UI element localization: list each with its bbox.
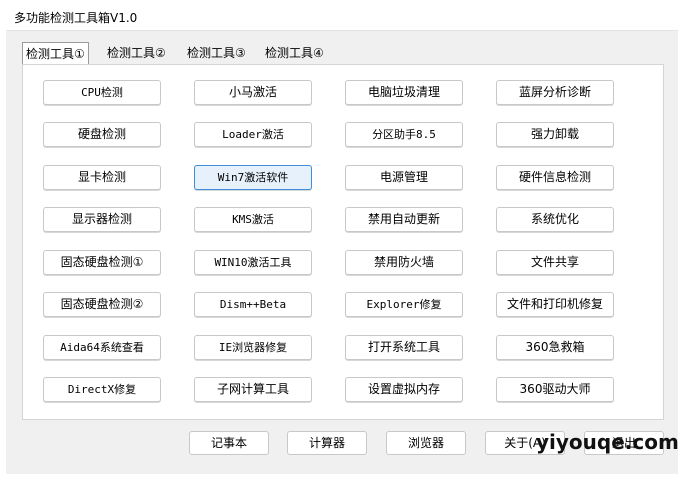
browser-button[interactable]: 浏览器 [386,431,466,455]
title-bar: 多功能检测工具箱V1.0 [6,2,678,31]
360-driver-button[interactable]: 360驱动大师 [496,377,614,402]
tab-tools-2[interactable]: 检测工具② [104,43,169,63]
xiaoma-activate-button[interactable]: 小马激活 [194,80,312,105]
win7-activate-button[interactable]: Win7激活软件 [194,165,312,190]
360-rescue-button[interactable]: 360急救箱 [496,335,614,360]
system-optimize-button[interactable]: 系统优化 [496,207,614,232]
cpu-check-button[interactable]: CPU检测 [43,80,161,105]
tools-panel: CPU检测 小马激活 电脑垃圾清理 蓝屏分析诊断 硬盘检测 Loader激活 分… [22,64,664,420]
disable-auto-update-button[interactable]: 禁用自动更新 [345,207,463,232]
power-management-button[interactable]: 电源管理 [345,165,463,190]
disk-check-button[interactable]: 硬盘检测 [43,122,161,147]
dism-beta-button[interactable]: Dism++Beta [194,292,312,317]
directx-repair-button[interactable]: DirectX修复 [43,377,161,402]
junk-clean-button[interactable]: 电脑垃圾清理 [345,80,463,105]
calculator-button[interactable]: 计算器 [287,431,367,455]
ssd-check-2-button[interactable]: 固态硬盘检测② [43,292,161,317]
force-uninstall-button[interactable]: 强力卸载 [496,122,614,147]
tab-tools-1[interactable]: 检测工具① [22,42,89,65]
kms-activate-button[interactable]: KMS激活 [194,207,312,232]
gpu-check-button[interactable]: 显卡检测 [43,165,161,190]
file-printer-repair-button[interactable]: 文件和打印机修复 [496,292,614,317]
loader-activate-button[interactable]: Loader激活 [194,122,312,147]
monitor-check-button[interactable]: 显示器检测 [43,207,161,232]
notepad-button[interactable]: 记事本 [189,431,269,455]
window-title: 多功能检测工具箱V1.0 [14,11,138,25]
subnet-calc-button[interactable]: 子网计算工具 [194,377,312,402]
hardware-info-button[interactable]: 硬件信息检测 [496,165,614,190]
aida64-button[interactable]: Aida64系统查看 [43,335,161,360]
app-window: 多功能检测工具箱V1.0 检测工具① 检测工具② 检测工具③ 检测工具④ CPU… [6,2,679,474]
ie-repair-button[interactable]: IE浏览器修复 [194,335,312,360]
file-share-button[interactable]: 文件共享 [496,250,614,275]
win10-activate-button[interactable]: WIN10激活工具 [194,250,312,275]
watermark: yiyouqe.com [536,430,679,454]
tab-tools-3[interactable]: 检测工具③ [184,43,249,63]
disable-firewall-button[interactable]: 禁用防火墙 [345,250,463,275]
bsod-analysis-button[interactable]: 蓝屏分析诊断 [496,80,614,105]
partition-assistant-button[interactable]: 分区助手8.5 [345,122,463,147]
explorer-repair-button[interactable]: Explorer修复 [345,292,463,317]
open-system-tools-button[interactable]: 打开系统工具 [345,335,463,360]
virtual-memory-button[interactable]: 设置虚拟内存 [345,377,463,402]
tab-tools-4[interactable]: 检测工具④ [262,43,327,63]
ssd-check-1-button[interactable]: 固态硬盘检测① [43,250,161,275]
